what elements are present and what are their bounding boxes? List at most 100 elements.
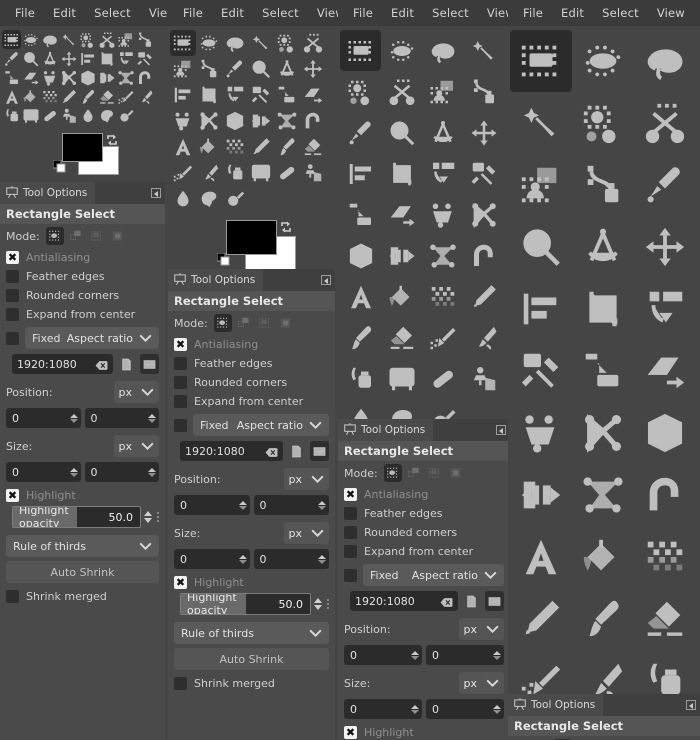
- dock-menu-button[interactable]: [147, 182, 165, 204]
- tool-airbrush[interactable]: [170, 160, 196, 186]
- tool-select-by-color[interactable]: [274, 30, 300, 56]
- position-y-spinner[interactable]: 0: [254, 495, 330, 515]
- tool-paintbrush[interactable]: [572, 588, 634, 650]
- tool-handle-transform[interactable]: [463, 194, 504, 235]
- tool-mypaint-brush[interactable]: [340, 358, 381, 399]
- tool-move[interactable]: [59, 49, 78, 68]
- guides-combo[interactable]: Rule of thirds: [6, 535, 159, 557]
- tool-pencil[interactable]: [463, 276, 504, 317]
- checkbox-shrink-merged[interactable]: Shrink merged: [0, 587, 165, 606]
- tool-blur-sharpen[interactable]: [78, 106, 97, 125]
- position-unit-combo[interactable]: px: [114, 381, 160, 403]
- mode-subtract[interactable]: [256, 314, 274, 332]
- tool-alignment[interactable]: [170, 82, 196, 108]
- aspect-ratio-input[interactable]: 1920:1080: [180, 441, 283, 461]
- tool-warp-transform[interactable]: [135, 68, 154, 87]
- checkbox-feather-edges[interactable]: Feather edges: [0, 267, 165, 286]
- checkbox-box[interactable]: [344, 488, 357, 501]
- tool-bucket-fill[interactable]: [21, 87, 40, 106]
- tool-3d-transform[interactable]: [634, 402, 696, 464]
- tool-perspective[interactable]: [381, 194, 422, 235]
- tool-shear[interactable]: [2, 68, 21, 87]
- clear-entry-icon[interactable]: [265, 446, 278, 457]
- tool-scale[interactable]: [248, 82, 274, 108]
- stepper-up-icon[interactable]: [493, 705, 501, 709]
- tool-cage-transform[interactable]: [116, 68, 135, 87]
- tool-clone[interactable]: [381, 358, 422, 399]
- tool-free-select[interactable]: [40, 30, 59, 49]
- tool-free-select[interactable]: [222, 30, 248, 56]
- auto-shrink-button[interactable]: Auto Shrink: [6, 561, 159, 583]
- tool-text[interactable]: [2, 87, 21, 106]
- tool-gradient[interactable]: [222, 134, 248, 160]
- tool-ink[interactable]: [196, 160, 222, 186]
- stepper-arrows[interactable]: [318, 555, 326, 564]
- tool-ellipse-select[interactable]: [381, 30, 422, 71]
- stepper-arrows[interactable]: [239, 501, 247, 510]
- menu-item-select[interactable]: Select: [253, 0, 308, 26]
- tool-airbrush[interactable]: [116, 87, 135, 106]
- tool-crop[interactable]: [97, 49, 116, 68]
- tool-rotate[interactable]: [222, 82, 248, 108]
- checkbox-highlight[interactable]: Highlight: [0, 486, 165, 505]
- tool-ellipse-select[interactable]: [196, 30, 222, 56]
- tool-rectangle-select[interactable]: [170, 30, 196, 56]
- stepper-down-icon[interactable]: [70, 419, 78, 423]
- slider-stepper[interactable]: [314, 598, 322, 610]
- reset-colors-icon[interactable]: [53, 158, 66, 171]
- swap-colors-icon[interactable]: [106, 131, 118, 143]
- tool-bucket-fill[interactable]: [572, 526, 634, 588]
- dock-menu-button[interactable]: [317, 269, 335, 291]
- tool-airbrush[interactable]: [422, 317, 463, 358]
- fixed-checkbox[interactable]: [344, 569, 357, 582]
- checkbox-box[interactable]: [6, 251, 19, 264]
- highlight-opacity-slider[interactable]: Highlight opacity50.0: [12, 506, 141, 528]
- tool-shear[interactable]: [274, 82, 300, 108]
- clear-entry-icon[interactable]: [95, 359, 108, 370]
- menu-item-file[interactable]: File: [344, 0, 382, 26]
- portrait-orientation-button[interactable]: [287, 441, 306, 461]
- checkbox-box[interactable]: [174, 395, 187, 408]
- tool-measure[interactable]: [40, 49, 59, 68]
- tool-flip[interactable]: [381, 235, 422, 276]
- tool-foreground-select[interactable]: [170, 56, 196, 82]
- landscape-orientation-button[interactable]: [140, 354, 159, 374]
- checkbox-expand-from-center[interactable]: Expand from center: [168, 392, 335, 411]
- tool-heal[interactable]: [422, 358, 463, 399]
- stepper-up-icon[interactable]: [314, 598, 322, 603]
- tool-scale[interactable]: [135, 49, 154, 68]
- checkbox-antialiasing[interactable]: Antialiasing: [338, 485, 510, 504]
- tool-crop[interactable]: [381, 153, 422, 194]
- menu-item-edit[interactable]: Edit: [44, 0, 85, 26]
- checkbox-box[interactable]: [6, 489, 19, 502]
- stepper-down-icon[interactable]: [411, 710, 419, 714]
- tool-alignment[interactable]: [78, 49, 97, 68]
- portrait-orientation-button[interactable]: [117, 354, 136, 374]
- stepper-down-icon[interactable]: [493, 656, 501, 660]
- tool-dodge-burn[interactable]: [222, 186, 248, 212]
- checkbox-feather-edges[interactable]: Feather edges: [168, 354, 335, 373]
- tool-free-select[interactable]: [422, 30, 463, 71]
- tool-crop[interactable]: [196, 82, 222, 108]
- stepper-arrows[interactable]: [70, 414, 78, 423]
- tool-heal[interactable]: [40, 106, 59, 125]
- fixed-constraint-combo[interactable]: FixedAspect ratio: [193, 414, 329, 436]
- tool-paths[interactable]: [572, 154, 634, 216]
- tool-zoom[interactable]: [381, 112, 422, 153]
- size-unit-combo[interactable]: px: [114, 435, 160, 457]
- tool-rectangle-select[interactable]: [2, 30, 21, 49]
- tool-color-picker[interactable]: [2, 49, 21, 68]
- tool-warp-transform[interactable]: [300, 108, 326, 134]
- stepper-down-icon[interactable]: [314, 605, 322, 610]
- checkbox-box[interactable]: [6, 590, 19, 603]
- tool-eraser[interactable]: [300, 134, 326, 160]
- tool-move[interactable]: [634, 216, 696, 278]
- tool-flip[interactable]: [510, 464, 572, 526]
- checkbox-box[interactable]: [344, 545, 357, 558]
- tool-eraser[interactable]: [634, 588, 696, 650]
- stepper-down-icon[interactable]: [144, 518, 152, 523]
- position-x-spinner[interactable]: 0: [344, 645, 422, 665]
- tab-tool-options[interactable]: Tool Options: [0, 182, 95, 204]
- tool-handle-transform[interactable]: [572, 402, 634, 464]
- tool-fuzzy-select[interactable]: [59, 30, 78, 49]
